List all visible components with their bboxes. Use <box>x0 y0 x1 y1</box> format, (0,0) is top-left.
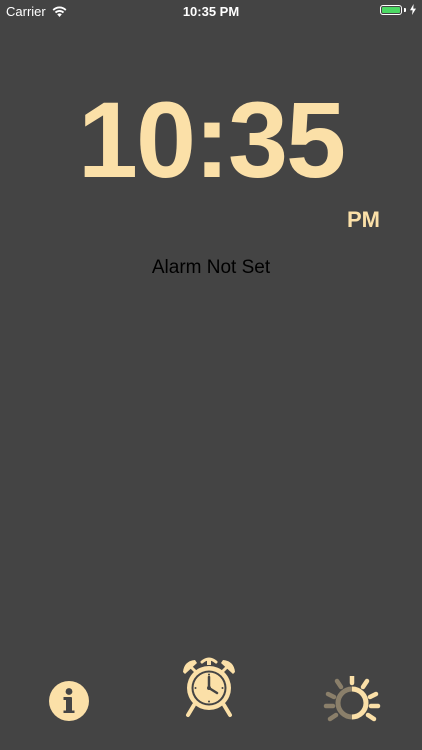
set-alarm-button[interactable] <box>178 655 240 719</box>
clock-period: PM <box>347 207 380 232</box>
clock-screen: Carrier 10:35 PM 10:35 PM Alarm Not Set <box>0 0 422 750</box>
brightness-icon <box>323 676 381 722</box>
charging-bolt-icon <box>410 4 416 15</box>
alarm-status: Alarm Not Set <box>151 257 271 278</box>
battery-icon <box>380 4 402 15</box>
info-button[interactable] <box>48 680 90 722</box>
battery-tip <box>404 7 406 12</box>
status-time: 10:35 PM <box>182 4 240 19</box>
brightness-button[interactable] <box>318 676 386 730</box>
alarm-clock-icon <box>183 657 235 717</box>
clock-time: 10:35 <box>77 79 346 200</box>
status-bar: Carrier 10:35 PM <box>0 0 422 22</box>
battery-indicator <box>380 4 416 15</box>
battery-level <box>382 6 400 13</box>
info-icon <box>49 681 89 721</box>
